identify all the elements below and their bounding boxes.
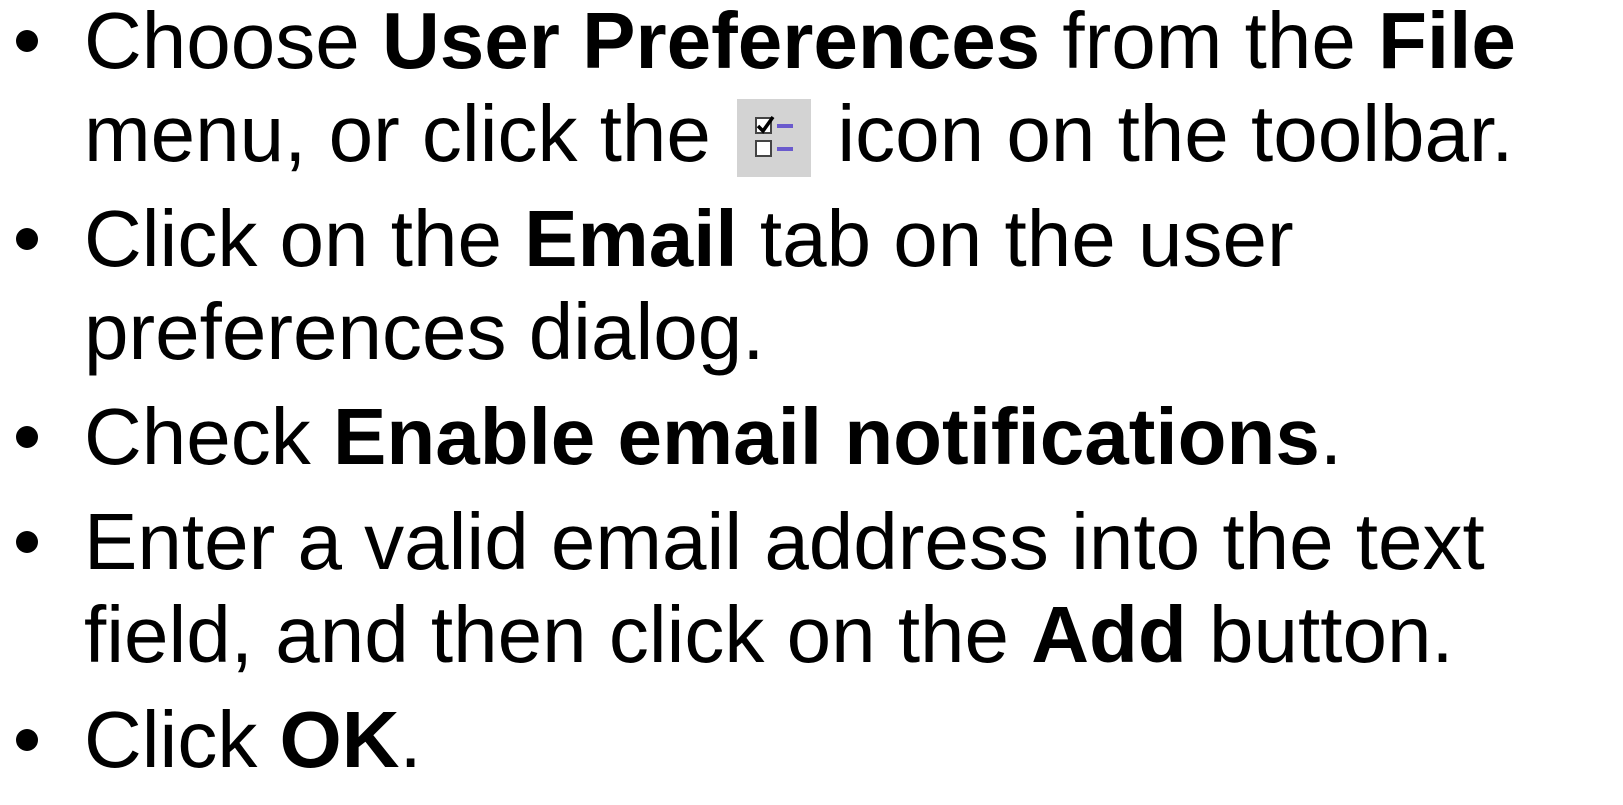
instruction-step: Enter a valid email address into the tex… bbox=[0, 495, 1623, 681]
instruction-text: Enter a valid email address into the tex… bbox=[84, 497, 1485, 586]
bullet-icon bbox=[16, 729, 38, 751]
bold-term: User Preferences bbox=[381, 0, 1041, 85]
instruction-text: preferences dialog. bbox=[84, 287, 765, 376]
instruction-text: Click bbox=[84, 695, 280, 784]
instruction-line: menu, or click the icon on the toolbar. bbox=[84, 87, 1623, 180]
instruction-text: field, and then click on the bbox=[84, 590, 1032, 679]
instruction-step: Click OK. bbox=[0, 693, 1623, 786]
bold-term: Enable email notifications bbox=[332, 392, 1320, 481]
bold-term: File bbox=[1378, 0, 1516, 85]
instruction-text: . bbox=[1319, 392, 1343, 481]
instruction-text: menu, or click the bbox=[84, 89, 734, 178]
bold-term: Email bbox=[524, 194, 738, 283]
instruction-text: tab on the user bbox=[737, 194, 1294, 283]
instruction-text: . bbox=[399, 695, 422, 784]
instruction-text: Click on the bbox=[84, 194, 525, 283]
user-preferences-icon bbox=[737, 99, 812, 177]
instruction-text: Check bbox=[84, 392, 333, 481]
instruction-line: field, and then click on the Add button. bbox=[84, 588, 1623, 681]
bullet-icon bbox=[16, 30, 38, 52]
instruction-list: Choose User Preferences from the File men… bbox=[0, 0, 1623, 798]
instruction-text: Choose bbox=[84, 0, 382, 85]
instruction-line: Choose User Preferences from the File bbox=[84, 0, 1623, 87]
instruction-line: Check Enable email notifications. bbox=[84, 390, 1623, 483]
bullet-icon bbox=[16, 228, 38, 250]
bullet-icon bbox=[16, 531, 38, 553]
instruction-text: button. bbox=[1186, 590, 1454, 679]
instruction-line: Enter a valid email address into the tex… bbox=[84, 495, 1623, 588]
instruction-text: from the bbox=[1040, 0, 1379, 85]
instruction-step: Check Enable email notifications. bbox=[0, 390, 1623, 483]
instruction-step: Click on the Email tab on the user prefer… bbox=[0, 192, 1623, 378]
instruction-text: icon on the toolbar. bbox=[815, 89, 1514, 178]
instruction-line: Click OK. bbox=[84, 693, 1623, 786]
instruction-line: Click on the Email tab on the user bbox=[84, 192, 1623, 285]
instruction-step: Choose User Preferences from the File men… bbox=[0, 0, 1623, 180]
bold-term: OK bbox=[279, 695, 400, 784]
instruction-line: preferences dialog. bbox=[84, 285, 1623, 378]
bullet-icon bbox=[16, 426, 38, 448]
bold-term: Add bbox=[1031, 590, 1187, 679]
